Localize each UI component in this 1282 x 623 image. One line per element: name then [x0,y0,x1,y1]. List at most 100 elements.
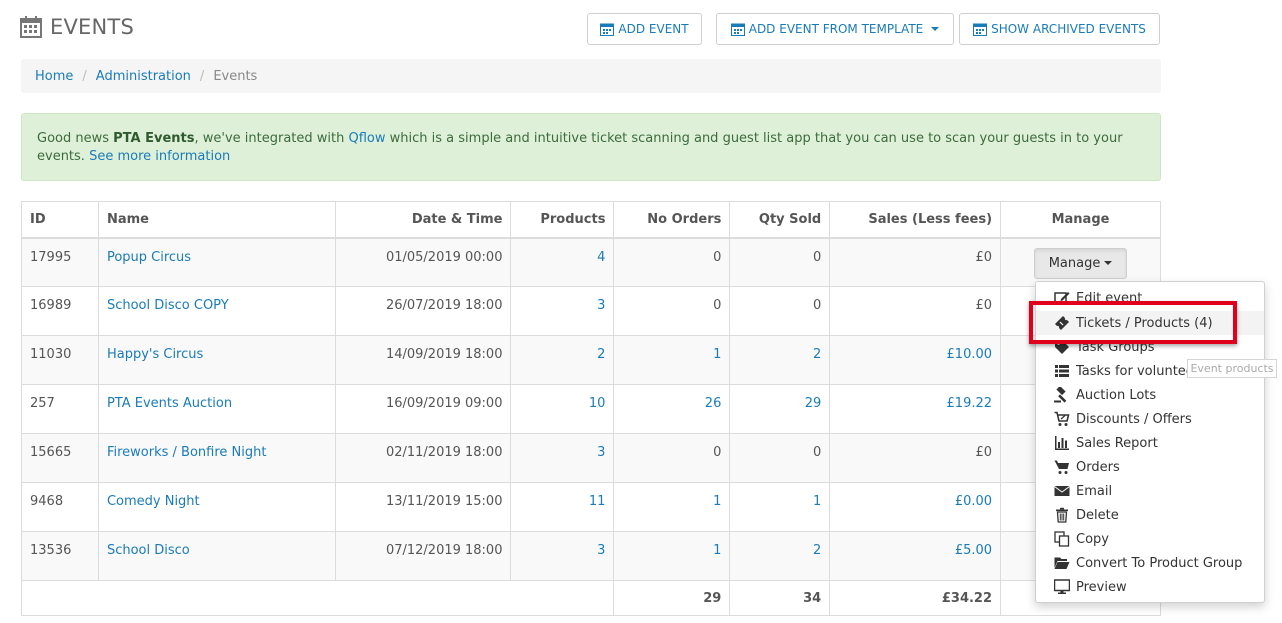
event-name-link[interactable]: Happy's Circus [107,347,203,362]
event-name-link[interactable]: School Disco [107,543,190,558]
show-archived-events-button[interactable]: SHOW ARCHIVED EVENTS [959,13,1160,45]
manage-dropdown-menu: Edit event Tickets / Products (4) Task G… [1035,281,1265,603]
qty-sold-link[interactable]: 29 [805,396,822,411]
column-header-qty-sold[interactable]: Qty Sold [729,201,831,239]
table-row: 11030 Happy's Circus 14/09/2019 18:00 2 … [21,335,1161,385]
breadcrumb-separator: / [82,68,87,84]
menu-item-email[interactable]: Email [1036,479,1264,503]
edit-icon [1054,290,1076,306]
menu-item-label: Copy [1076,531,1109,547]
qty-sold-value: 0 [729,237,831,287]
event-name-link[interactable]: Comedy Night [107,494,200,509]
event-date: 07/12/2019 18:00 [334,531,512,581]
alert-org-name: PTA Events [113,131,195,146]
gavel-icon [1054,387,1076,403]
event-date: 26/07/2019 18:00 [334,286,512,336]
table-row: 9468 Comedy Night 13/11/2019 15:00 11 1 … [21,482,1161,532]
chevron-down-icon [1104,261,1113,265]
products-link[interactable]: 3 [597,298,605,313]
products-link[interactable]: 11 [589,494,606,509]
qty-sold-link[interactable]: 1 [813,494,821,509]
products-link[interactable]: 2 [597,347,605,362]
table-row: 15665 Fireworks / Bonfire Night 02/11/20… [21,433,1161,483]
products-link[interactable]: 10 [589,396,606,411]
menu-item-convert-to-product-group[interactable]: Convert To Product Group [1036,551,1264,575]
column-header-date[interactable]: Date & Time [334,201,512,239]
manage-label: Manage [1048,255,1101,271]
event-date: 16/09/2019 09:00 [334,384,512,434]
menu-item-preview[interactable]: Preview [1036,575,1264,599]
menu-item-label: Tickets / Products (4) [1076,315,1213,331]
no-orders-link[interactable]: 1 [713,347,721,362]
breadcrumb-current: Events [213,68,258,84]
sales-link[interactable]: £5.00 [955,543,992,558]
calendar-icon [973,22,988,36]
menu-item-task-groups[interactable]: Task Groups [1036,335,1264,359]
column-header-id[interactable]: ID [21,201,99,239]
add-event-from-template-button[interactable]: ADD EVENT FROM TEMPLATE [716,13,954,45]
breadcrumb-administration[interactable]: Administration [96,69,191,84]
column-header-products[interactable]: Products [510,201,615,239]
menu-item-label: Convert To Product Group [1076,555,1243,571]
show-archived-events-label: SHOW ARCHIVED EVENTS [991,22,1146,36]
totals-spacer [20,580,615,616]
products-link[interactable]: 3 [597,543,605,558]
copy-icon [1054,531,1076,547]
calendar-icon [20,16,42,38]
qty-sold-value: 0 [729,433,831,483]
total-qty-sold: 34 [729,580,831,616]
no-orders-link[interactable]: 1 [713,494,721,509]
menu-item-auction-lots[interactable]: Auction Lots [1036,383,1264,407]
page-title: EVENTS [20,12,134,42]
breadcrumb: Home / Administration / Events [21,59,1161,93]
menu-item-sales-report[interactable]: Sales Report [1036,431,1264,455]
menu-item-edit-event[interactable]: Edit event [1036,286,1264,310]
table-row: 16989 School Disco COPY 26/07/2019 18:00… [21,286,1161,336]
products-link[interactable]: 3 [597,445,605,460]
event-name-link[interactable]: Popup Circus [107,250,191,265]
qflow-link[interactable]: Qflow [349,131,386,146]
bar-chart-icon [1054,435,1076,451]
products-link[interactable]: 4 [597,250,605,265]
breadcrumb-home[interactable]: Home [35,69,73,84]
envelope-icon [1054,483,1076,499]
no-orders-link[interactable]: 26 [705,396,722,411]
sales-value: £0 [829,433,1002,483]
no-orders-link[interactable]: 1 [713,543,721,558]
events-table: ID Name Date & Time Products No Orders Q… [20,201,1161,616]
event-date: 01/05/2019 00:00 [334,237,512,287]
column-header-manage: Manage [1000,201,1161,239]
column-header-sales[interactable]: Sales (Less fees) [829,201,1002,239]
add-event-button[interactable]: ADD EVENT [587,13,702,45]
event-id: 17995 [21,237,99,287]
ticket-icon [1054,315,1076,331]
menu-item-delete[interactable]: Delete [1036,503,1264,527]
sales-link[interactable]: £0.00 [955,494,992,509]
menu-item-discounts-offers[interactable]: Discounts / Offers [1036,407,1264,431]
see-more-information-link[interactable]: See more information [89,149,230,164]
event-date: 02/11/2019 18:00 [334,433,512,483]
column-header-no-orders[interactable]: No Orders [613,201,731,239]
menu-item-orders[interactable]: Orders [1036,455,1264,479]
trash-icon [1054,507,1076,523]
menu-item-copy[interactable]: Copy [1036,527,1264,551]
sales-link[interactable]: £10.00 [947,347,993,362]
event-name-link[interactable]: School Disco COPY [107,298,229,313]
qty-sold-value: 0 [729,286,831,336]
add-event-label: ADD EVENT [618,22,689,36]
tooltip: Event products [1187,359,1277,378]
menu-item-label: Task Groups [1076,339,1155,355]
cart-discount-icon [1054,411,1076,427]
qty-sold-link[interactable]: 2 [813,543,821,558]
total-sales: £34.22 [829,580,1002,616]
sales-link[interactable]: £19.22 [947,396,993,411]
event-name-link[interactable]: Fireworks / Bonfire Night [107,445,267,460]
list-icon [1054,363,1076,379]
column-header-name[interactable]: Name [97,201,336,239]
event-name-link[interactable]: PTA Events Auction [107,396,232,411]
manage-dropdown-button[interactable]: Manage [1034,247,1128,279]
folder-open-icon [1054,555,1076,571]
qty-sold-link[interactable]: 2 [813,347,821,362]
calendar-icon [730,22,745,36]
menu-item-tickets-products[interactable]: Tickets / Products (4) [1036,311,1264,335]
